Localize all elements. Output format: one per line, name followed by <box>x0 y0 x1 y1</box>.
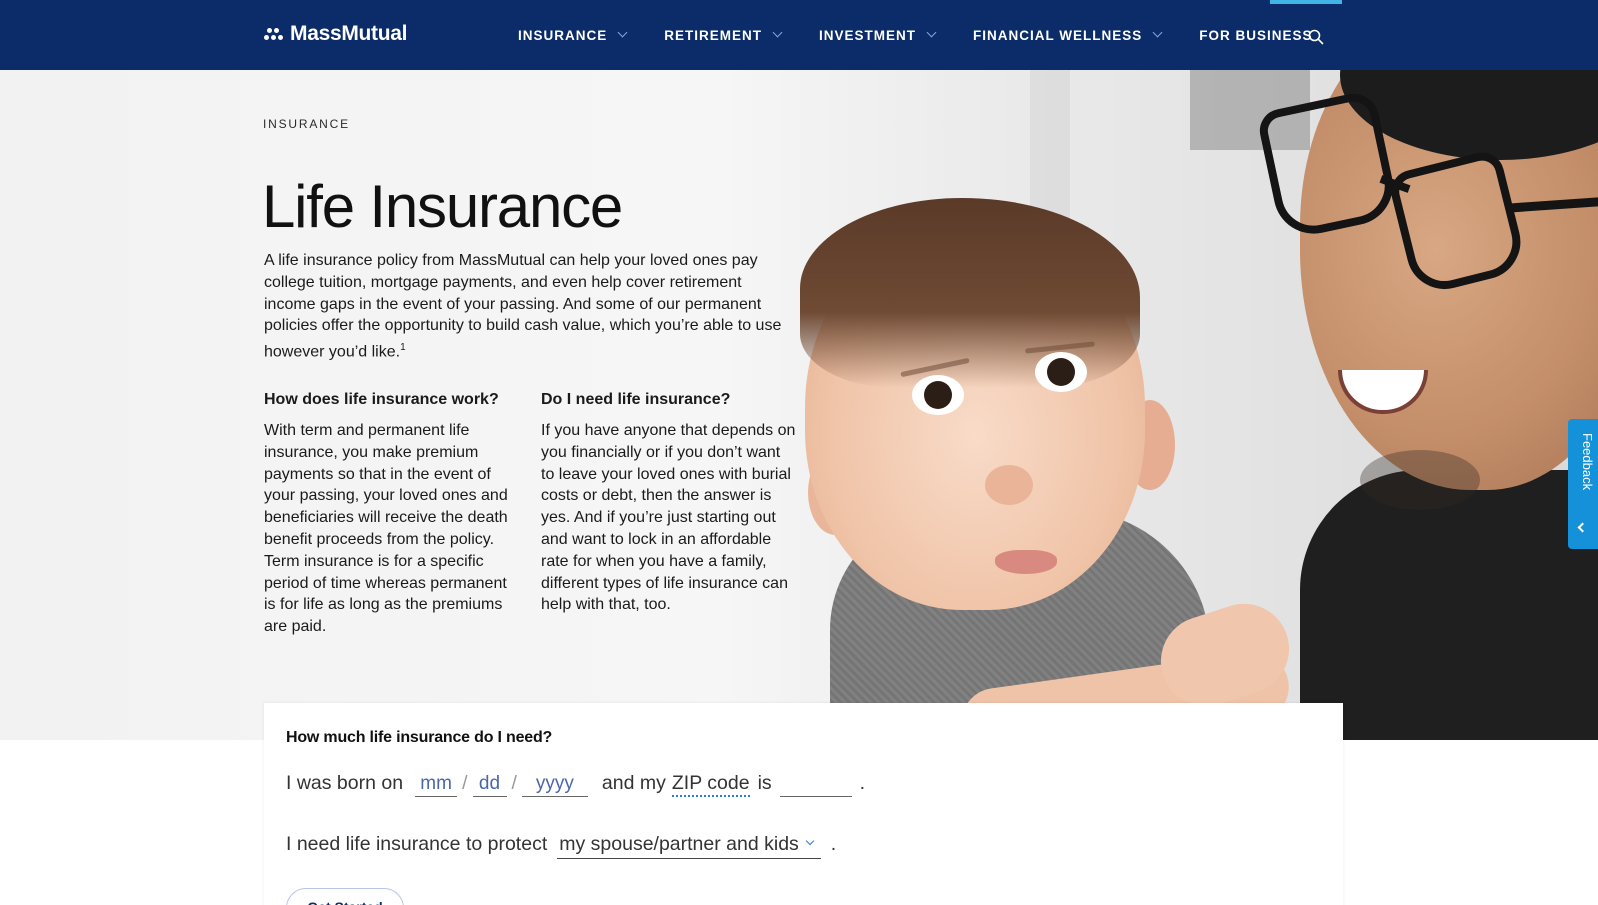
nav-for-business[interactable]: FOR BUSINESS <box>1199 28 1312 43</box>
search-icon[interactable] <box>1308 29 1324 45</box>
sentence-period: . <box>830 833 837 855</box>
get-started-button[interactable]: Get Started <box>286 888 404 905</box>
date-separator: / <box>462 771 468 794</box>
nav-financial-wellness[interactable]: FINANCIAL WELLNESS <box>973 27 1163 43</box>
chevron-down-icon <box>617 27 628 37</box>
logo-dots-icon <box>264 27 284 41</box>
birthdate-zip-row: I was born on / / and my ZIP code is . <box>286 771 865 797</box>
hero-photo-baby-hair <box>800 198 1140 388</box>
nav-for-business-label: FOR BUSINESS <box>1199 27 1313 43</box>
section-heading: How does life insurance work? <box>264 391 499 408</box>
hero-photo-man-shirt <box>1300 470 1598 740</box>
chevron-down-icon <box>805 836 815 845</box>
sentence-period: . <box>859 771 866 794</box>
birth-month-input[interactable] <box>415 771 458 797</box>
protect-select-value: my spouse/partner and kids <box>559 833 799 855</box>
hero-photo-man-beard <box>1360 450 1480 510</box>
intro-text: A life insurance policy from MassMutual … <box>264 252 782 361</box>
intro-paragraph: A life insurance policy from MassMutual … <box>264 250 784 363</box>
chevron-down-icon <box>772 27 783 37</box>
protect-label: I need life insurance to protect <box>286 833 548 855</box>
top-navigation: MassMutual INSURANCE RETIREMENT INVESTME… <box>0 0 1598 70</box>
zip-prefix-label: and my <box>601 771 666 794</box>
chevron-down-icon <box>926 27 937 37</box>
hero-photo-baby-eye <box>1035 352 1087 392</box>
footnote-link[interactable]: 1 <box>400 342 406 353</box>
nav-financial-wellness-label: FINANCIAL WELLNESS <box>973 27 1143 43</box>
do-i-need-life-insurance: Do I need life insurance? If you have an… <box>541 390 796 616</box>
chevron-down-icon <box>1152 27 1163 37</box>
protect-select[interactable]: my spouse/partner and kids <box>557 833 821 859</box>
feedback-label: Feedback <box>1580 433 1595 491</box>
feedback-tab[interactable]: Feedback <box>1568 419 1598 549</box>
section-body: If you have anyone that depends on you f… <box>541 422 796 614</box>
hero-photo-baby-mouth <box>995 550 1057 574</box>
nav-investment[interactable]: INVESTMENT <box>819 27 937 43</box>
section-body: With term and permanent life insurance, … <box>264 422 508 636</box>
birth-day-input[interactable] <box>472 771 507 797</box>
section-heading: Do I need life insurance? <box>541 391 731 408</box>
zip-suffix-label: is <box>757 771 772 794</box>
nav-insurance-label: INSURANCE <box>518 27 608 43</box>
hero-photo-baby-nose <box>985 465 1033 505</box>
zip-code-tooltip-link[interactable]: ZIP code <box>671 772 750 797</box>
nav-investment-label: INVESTMENT <box>819 27 917 43</box>
protect-row: I need life insurance to protect my spou… <box>286 833 836 859</box>
date-separator: / <box>511 771 517 794</box>
main-nav: INSURANCE RETIREMENT INVESTMENT FINANCIA… <box>518 0 1353 70</box>
hero-photo-baby-eye <box>912 375 964 415</box>
how-life-insurance-works: How does life insurance work? With term … <box>264 390 514 638</box>
chevron-left-icon <box>1577 522 1588 533</box>
page-title: Life Insurance <box>262 173 623 240</box>
born-label: I was born on <box>286 771 404 794</box>
zip-code-input[interactable] <box>779 771 852 797</box>
nav-retirement-label: RETIREMENT <box>664 27 763 43</box>
logo-text: MassMutual <box>290 22 408 45</box>
breadcrumb[interactable]: INSURANCE <box>263 117 350 131</box>
nav-insurance[interactable]: INSURANCE <box>518 27 628 43</box>
birth-year-input[interactable] <box>521 771 588 797</box>
life-insurance-calculator: How much life insurance do I need? I was… <box>264 703 1343 905</box>
massmutual-logo[interactable]: MassMutual <box>264 22 407 46</box>
hero-section <box>0 70 1598 740</box>
nav-retirement[interactable]: RETIREMENT <box>664 27 783 43</box>
calculator-question: How much life insurance do I need? <box>286 729 553 746</box>
